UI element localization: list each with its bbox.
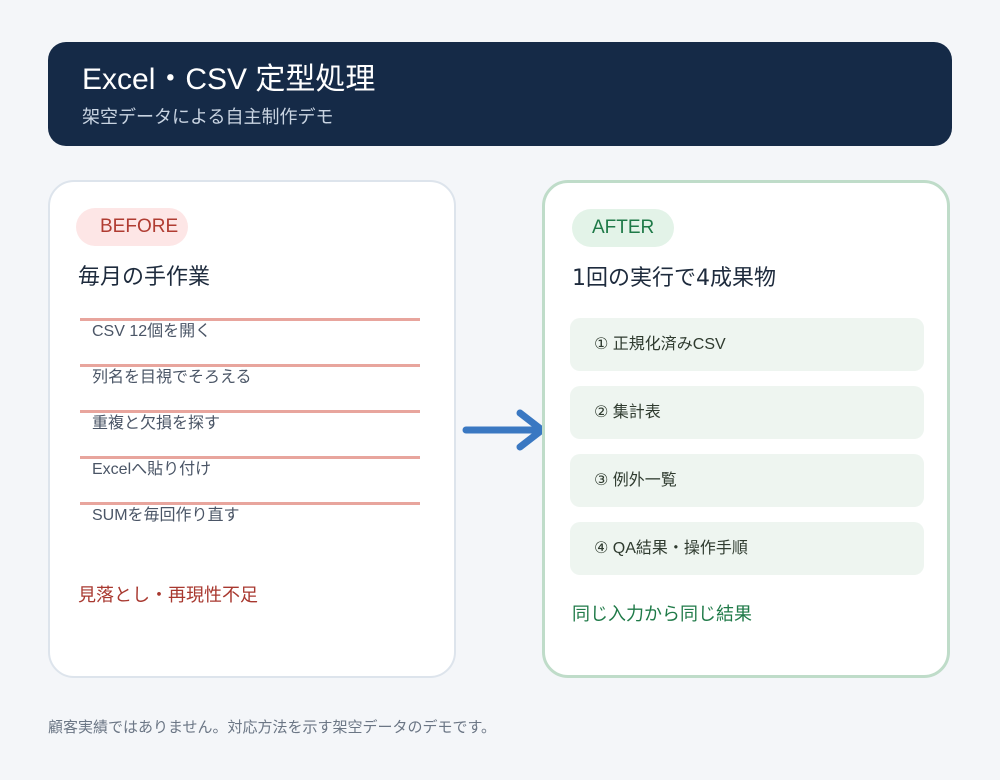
after-deliverable-list: ① 正規化済みCSV ② 集計表 ③ 例外一覧 ④ QA結果・操作手順	[570, 318, 924, 590]
before-heading: 毎月の手作業	[78, 265, 211, 290]
after-heading: 1回の実行で4成果物	[572, 266, 776, 291]
before-badge: BEFORE	[76, 208, 189, 246]
page-title: Excel・CSV 定型処理	[82, 63, 376, 96]
before-task-item: 重複と欠損を探す	[80, 410, 420, 456]
before-task-item: SUMを毎回作り直す	[80, 502, 420, 548]
before-task-item: Excelへ貼り付け	[80, 456, 420, 502]
before-task-text: Excelへ貼り付け	[92, 461, 212, 478]
before-task-item: CSV 12個を開く	[80, 318, 420, 364]
arrow-right-icon	[462, 409, 546, 451]
before-task-item: 列名を目視でそろえる	[80, 364, 420, 410]
disclaimer-footnote: 顧客実績ではありません。対応方法を示す架空データのデモです。	[48, 718, 497, 736]
before-panel: BEFORE 毎月の手作業 CSV 12個を開く 列名を目視でそろえる 重複と欠…	[48, 180, 456, 678]
after-deliverable-item: ② 集計表	[570, 386, 924, 439]
before-task-text: CSV 12個を開く	[92, 323, 212, 340]
after-deliverable-item: ④ QA結果・操作手順	[570, 522, 924, 575]
before-task-list: CSV 12個を開く 列名を目視でそろえる 重複と欠損を探す Excelへ貼り付…	[80, 318, 420, 548]
page-subtitle: 架空データによる自主制作デモ	[82, 107, 334, 128]
before-task-text: 重複と欠損を探す	[92, 415, 221, 432]
after-deliverable-item: ③ 例外一覧	[570, 454, 924, 507]
after-deliverable-item: ① 正規化済みCSV	[570, 318, 924, 371]
header-banner: Excel・CSV 定型処理 架空データによる自主制作デモ	[48, 42, 952, 146]
after-badge: AFTER	[572, 209, 675, 247]
before-task-text: 列名を目視でそろえる	[92, 369, 252, 386]
after-benefit-note: 同じ入力から同じ結果	[572, 604, 752, 625]
after-panel: AFTER 1回の実行で4成果物 ① 正規化済みCSV ② 集計表 ③ 例外一覧…	[542, 180, 950, 678]
before-problem-note: 見落とし・再現性不足	[78, 585, 258, 606]
before-task-text: SUMを毎回作り直す	[92, 507, 240, 524]
